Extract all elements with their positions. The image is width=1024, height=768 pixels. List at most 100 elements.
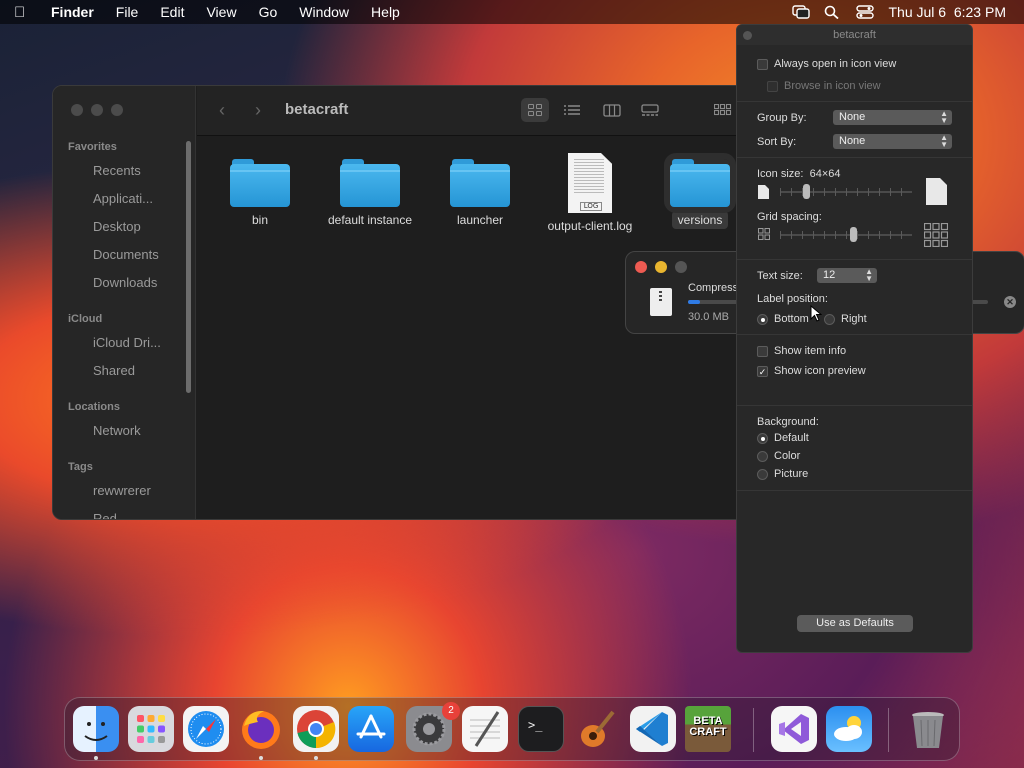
menu-go[interactable]: Go	[259, 4, 278, 20]
safari-icon[interactable]	[183, 706, 229, 752]
background-default-radio[interactable]: Default	[757, 432, 809, 444]
grid-spacing-slider[interactable]	[780, 227, 912, 242]
group-by-popup[interactable]: None ▲ ▼	[833, 110, 952, 125]
radio-label: Right	[841, 313, 867, 325]
sidebar-item-icloud-drive[interactable]: iCloud Dri...	[93, 335, 161, 350]
betacraft-icon[interactable]: BETA CRAFT	[685, 706, 731, 752]
list-icon	[564, 105, 580, 115]
zoom-button[interactable]	[111, 104, 123, 116]
textedit-icon[interactable]	[462, 706, 508, 752]
weather-icon[interactable]	[826, 706, 872, 752]
minimize-button[interactable]	[91, 104, 103, 116]
checkbox-icon	[767, 80, 778, 92]
chrome-icon[interactable]	[293, 706, 339, 752]
sort-by-popup[interactable]: None ▲ ▼	[833, 134, 952, 149]
view-options-panel: betacraft Always open in icon view Brows…	[736, 24, 973, 653]
sidebar-item-network[interactable]: Network	[93, 423, 141, 438]
menu-window[interactable]: Window	[299, 4, 349, 20]
menu-help[interactable]: Help	[371, 4, 400, 20]
sidebar-item-recents[interactable]: Recents	[93, 163, 141, 178]
log-badge: LOG	[580, 202, 602, 211]
progress-fill	[688, 300, 700, 304]
vscode-icon[interactable]	[630, 706, 676, 752]
minimize-button[interactable]	[655, 261, 667, 273]
sidebar-tag-red[interactable]: Red	[93, 511, 117, 519]
group-grid-icon	[714, 104, 732, 116]
label-right-radio[interactable]: Right	[824, 313, 867, 325]
icon-view-button[interactable]	[521, 98, 549, 122]
back-chevron-icon[interactable]: ‹	[219, 100, 225, 121]
sidebar-item-applications[interactable]: Applicati...	[93, 191, 153, 206]
panel-close-button[interactable]	[743, 31, 752, 40]
popup-value: None	[839, 135, 866, 147]
running-indicator	[259, 756, 263, 760]
slider-knob[interactable]	[849, 227, 857, 242]
close-button[interactable]	[635, 261, 647, 273]
checkbox-label: Always open in icon view	[774, 58, 897, 70]
garageband-icon[interactable]	[573, 706, 619, 752]
svg-text:>_: >_	[528, 718, 543, 732]
updown-chevron-icon: ▲ ▼	[865, 267, 873, 283]
finder-icon[interactable]	[73, 706, 119, 752]
terminal-icon[interactable]: >_	[518, 706, 564, 752]
list-view-button[interactable]	[558, 98, 586, 122]
running-indicator	[94, 756, 98, 760]
text-size-popup[interactable]: 12 ▲ ▼	[817, 268, 877, 283]
slider-knob[interactable]	[803, 184, 811, 199]
sidebar-item-documents[interactable]: Documents	[93, 247, 159, 262]
close-button[interactable]	[71, 104, 83, 116]
apple-menu-icon[interactable]: 	[14, 4, 40, 21]
label-bottom-radio[interactable]: Bottom	[757, 313, 809, 325]
screen-mirroring-icon[interactable]	[792, 5, 811, 19]
menubar-clock[interactable]: Thu Jul 6 6:23 PM	[888, 4, 1006, 20]
app-store-icon[interactable]	[348, 706, 394, 752]
background-color-radio[interactable]: Color	[757, 450, 800, 462]
folder-icon	[340, 159, 400, 207]
file-item[interactable]: default instance	[315, 159, 425, 227]
menu-app-finder[interactable]: Finder	[51, 4, 94, 20]
file-name: output-client.log	[547, 219, 633, 233]
grid-spacing-label: Grid spacing:	[757, 211, 822, 223]
control-center-icon[interactable]	[856, 5, 875, 19]
show-item-info-checkbox[interactable]: Show item info	[757, 345, 846, 357]
checkbox-icon	[757, 58, 768, 70]
file-item[interactable]: bin	[205, 159, 315, 227]
sidebar-item-downloads[interactable]: Downloads	[93, 275, 157, 290]
separator	[737, 157, 972, 158]
finder-toolbar: ‹ › betacraft	[197, 86, 771, 136]
gallery-icon	[641, 103, 659, 116]
firefox-icon[interactable]	[238, 706, 284, 752]
file-name: launcher	[456, 213, 504, 227]
folder-icon	[230, 159, 290, 207]
show-icon-preview-checkbox[interactable]: ✓ Show icon preview	[757, 365, 866, 377]
use-as-defaults-button[interactable]: Use as Defaults	[797, 615, 913, 632]
separator	[737, 334, 972, 335]
sidebar-tag-rewwrerer[interactable]: rewwrerer	[93, 483, 151, 498]
label-position-label: Label position:	[757, 293, 828, 305]
background-picture-radio[interactable]: Picture	[757, 468, 808, 480]
sidebar-scrollbar[interactable]	[186, 141, 191, 393]
forward-chevron-icon[interactable]: ›	[255, 100, 261, 121]
always-open-checkbox[interactable]: Always open in icon view	[757, 58, 896, 70]
icon-size-slider[interactable]	[780, 184, 912, 199]
finder-sidebar: Favorites Recents Applicati... Desktop D…	[53, 86, 196, 519]
spotlight-search-icon[interactable]	[824, 5, 842, 20]
trash-icon[interactable]	[905, 706, 951, 752]
menu-edit[interactable]: Edit	[160, 4, 184, 20]
column-view-button[interactable]	[598, 98, 626, 122]
stop-icon[interactable]: ✕	[1004, 296, 1016, 308]
file-item[interactable]: launcher	[425, 159, 535, 227]
launchpad-icon[interactable]	[128, 706, 174, 752]
menu-view[interactable]: View	[206, 4, 236, 20]
visual-studio-icon[interactable]	[771, 706, 817, 752]
zoom-button[interactable]	[675, 261, 687, 273]
sidebar-item-desktop[interactable]: Desktop	[93, 219, 141, 234]
gallery-view-button[interactable]	[636, 98, 664, 122]
group-by-label: Group By:	[757, 112, 807, 124]
menu-file[interactable]: File	[116, 4, 139, 20]
sidebar-item-shared[interactable]: Shared	[93, 363, 135, 378]
radio-label: Color	[774, 450, 801, 462]
icon-size-label: Icon size: 64×64	[757, 168, 841, 180]
group-button[interactable]	[709, 98, 737, 122]
file-item[interactable]: LOG output-client.log	[535, 153, 645, 233]
